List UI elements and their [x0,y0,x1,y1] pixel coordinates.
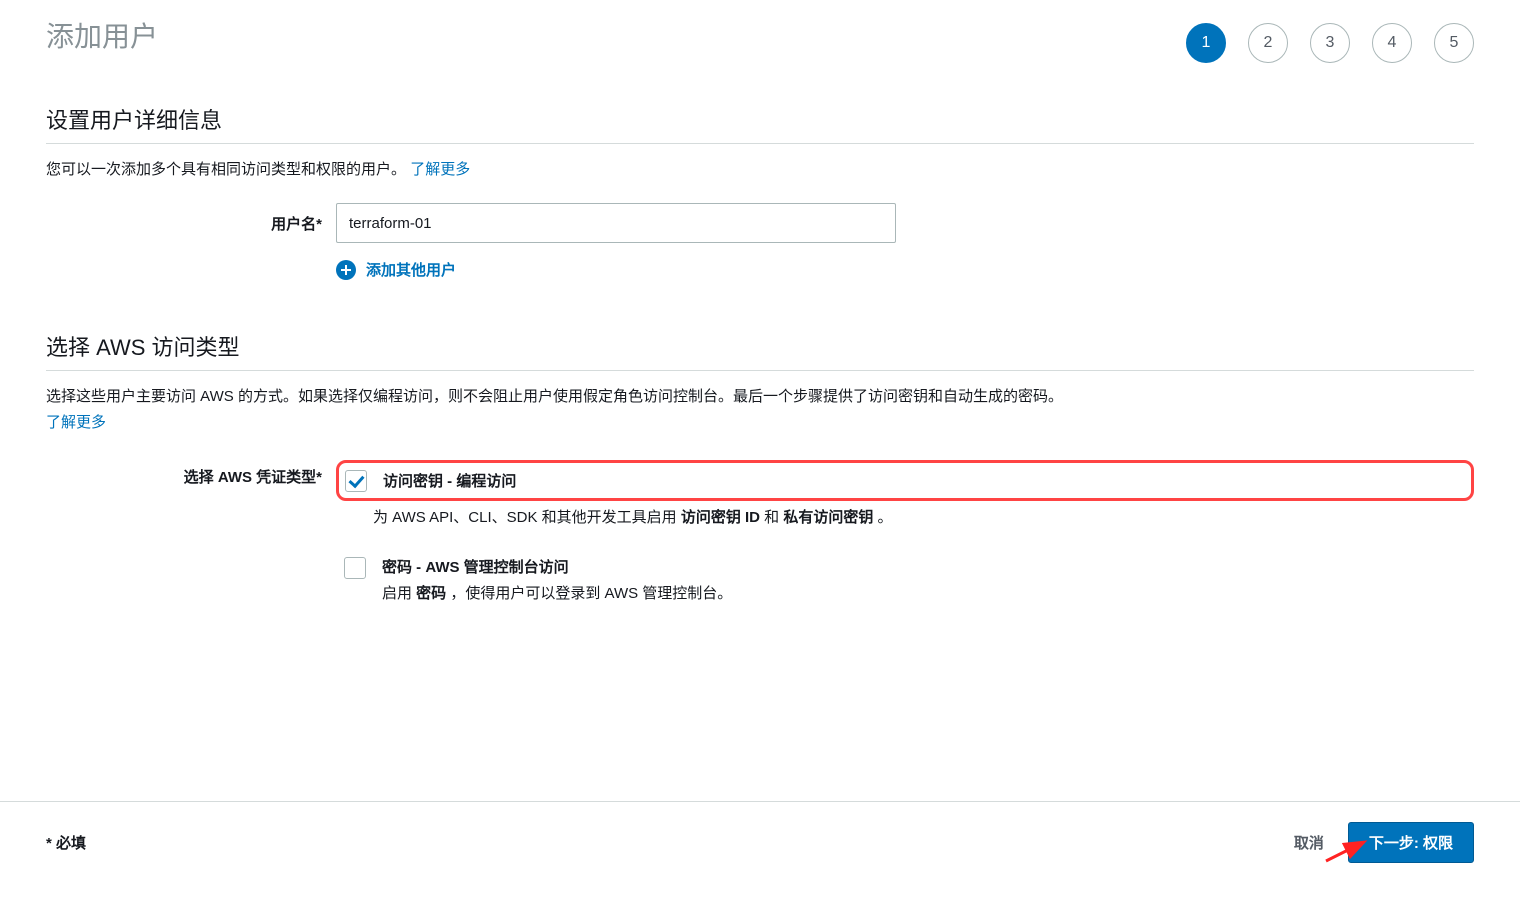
add-another-user-button[interactable]: 添加其他用户 [336,259,1474,280]
step-4[interactable]: 4 [1372,23,1412,63]
section-user-details-title: 设置用户详细信息 [46,103,1474,144]
next-button[interactable]: 下一步: 权限 [1348,822,1474,863]
checkbox-password[interactable] [344,557,366,579]
option-password-desc: 启用 密码 ，使得用户可以登录到 AWS 管理控制台。 [382,583,732,606]
option-password-title: 密码 - AWS 管理控制台访问 [382,559,569,576]
step-3[interactable]: 3 [1310,23,1350,63]
required-note: * 必填 [46,832,86,853]
section-access-type-title: 选择 AWS 访问类型 [46,330,1474,371]
step-1[interactable]: 1 [1186,23,1226,63]
credential-type-label: 选择 AWS 凭证类型* [46,460,336,487]
checkbox-access-key[interactable] [345,470,367,492]
wizard-steps: 1 2 3 4 5 [1186,15,1474,63]
page-title: 添加用户 [46,15,158,55]
details-desc-text: 您可以一次添加多个具有相同访问类型和权限的用户。 [46,161,406,178]
section-user-details-desc: 您可以一次添加多个具有相同访问类型和权限的用户。 了解更多 [46,158,1474,179]
step-5[interactable]: 5 [1434,23,1474,63]
step-2[interactable]: 2 [1248,23,1288,63]
option-access-key-title: 访问密钥 - 编程访问 [383,470,516,491]
add-another-user-label: 添加其他用户 [366,259,456,280]
option-access-key-desc: 为 AWS API、CLI、SDK 和其他开发工具启用 访问密钥 ID 和 私有… [373,507,1474,530]
footer-bar: * 必填 取消 下一步: 权限 [0,801,1520,863]
learn-more-link[interactable]: 了解更多 [410,161,470,178]
access-learn-more-link[interactable]: 了解更多 [46,411,1474,432]
section-access-type-desc: 选择这些用户主要访问 AWS 的方式。如果选择仅编程访问，则不会阻止用户使用假定… [46,385,1474,409]
cancel-button[interactable]: 取消 [1294,832,1324,853]
username-label: 用户名* [46,213,336,234]
option-access-key-highlight: 访问密钥 - 编程访问 [336,460,1474,501]
username-input[interactable] [336,203,896,243]
plus-circle-icon [336,260,356,280]
